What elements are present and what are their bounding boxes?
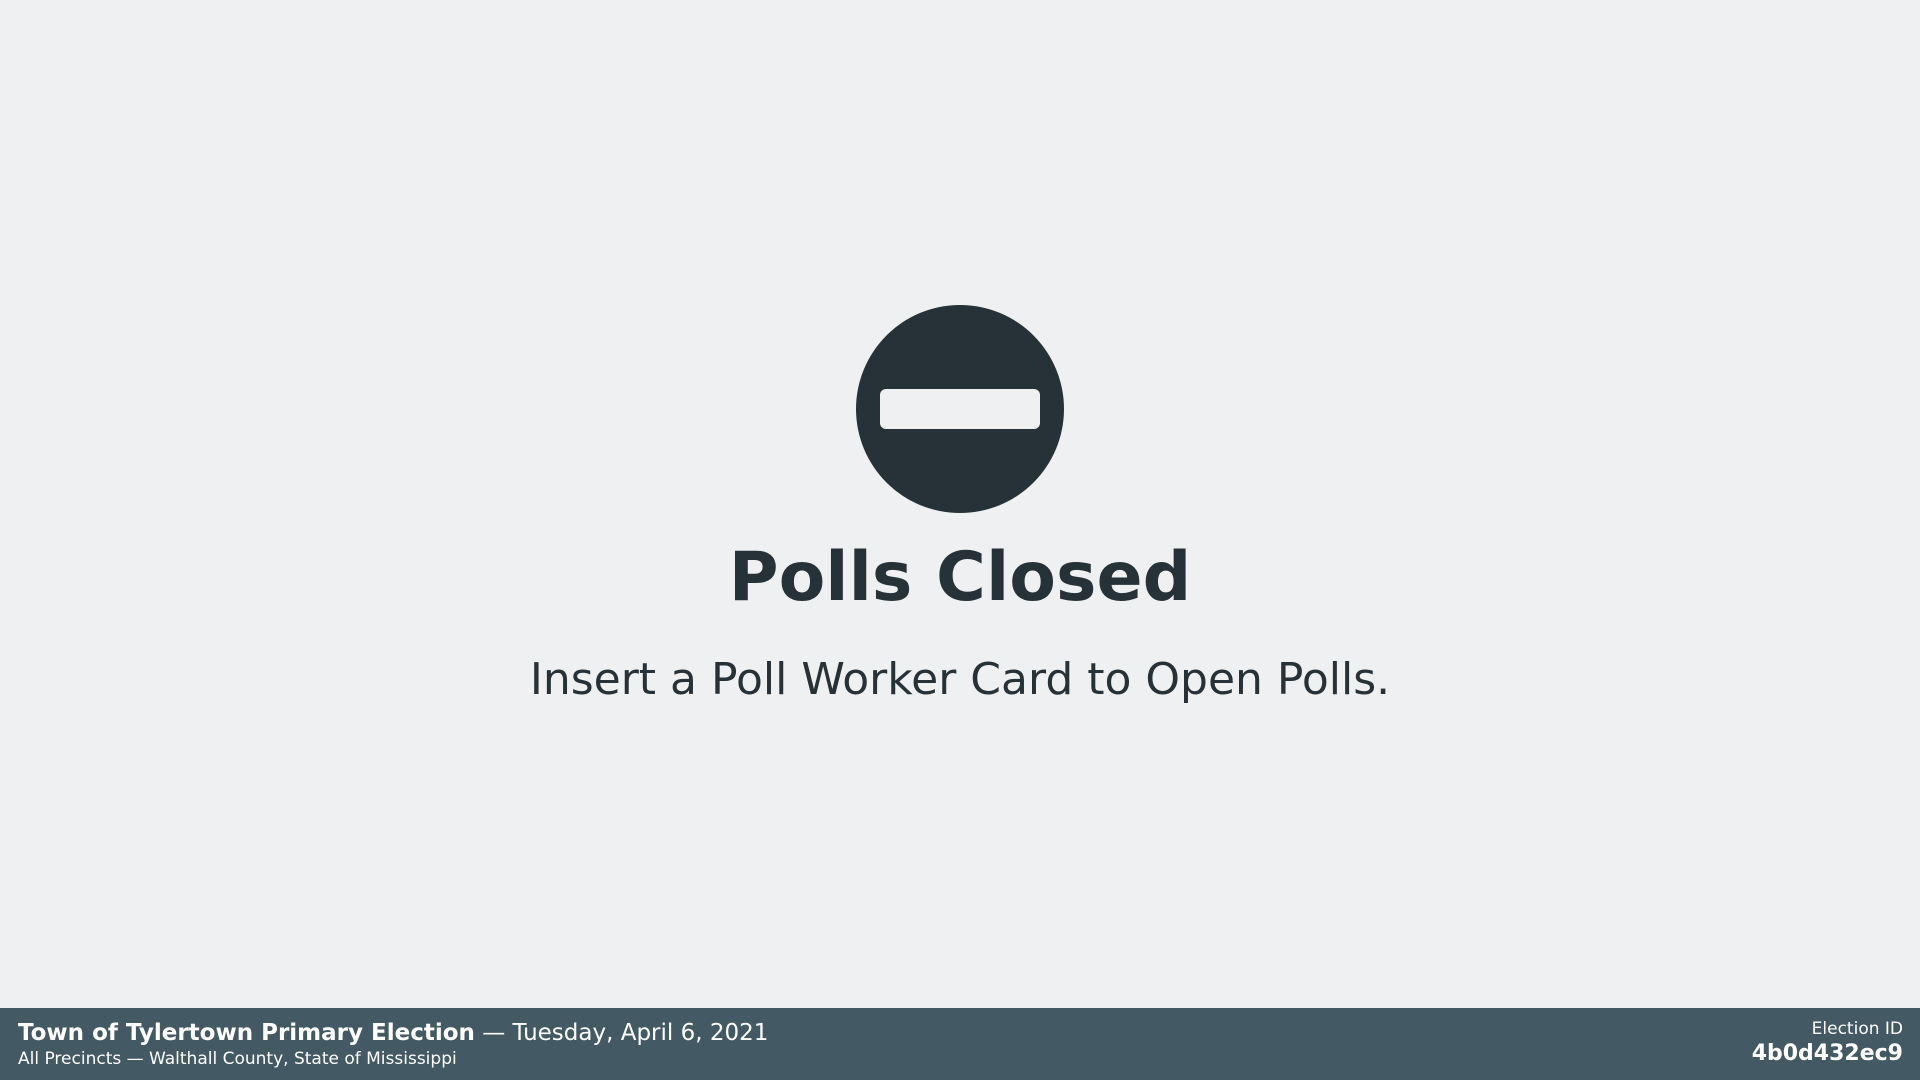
election-id-label: Election ID: [1811, 1019, 1903, 1039]
election-id-value: 4b0d432ec9: [1751, 1041, 1903, 1066]
page-title: Polls Closed: [728, 538, 1192, 617]
no-entry-icon-bar: [880, 389, 1040, 429]
election-title-line: Town of Tylertown Primary Election — Tue…: [18, 1018, 768, 1048]
election-title: Town of Tylertown Primary Election: [18, 1020, 475, 1046]
election-info: Town of Tylertown Primary Election — Tue…: [18, 1018, 768, 1070]
election-date: Tuesday, April 6, 2021: [512, 1020, 769, 1046]
election-info-bar: Town of Tylertown Primary Election — Tue…: [0, 1008, 1920, 1080]
instruction-message: Insert a Poll Worker Card to Open Polls.: [529, 654, 1391, 705]
precinct-line: All Precincts — Walthall County, State o…: [18, 1049, 457, 1069]
election-id: Election ID 4b0d432ec9: [1752, 1018, 1903, 1068]
polls-closed-screen: Polls Closed Insert a Poll Worker Card t…: [0, 0, 1920, 1008]
date-separator: —: [482, 1020, 506, 1046]
no-entry-icon: [856, 305, 1064, 513]
